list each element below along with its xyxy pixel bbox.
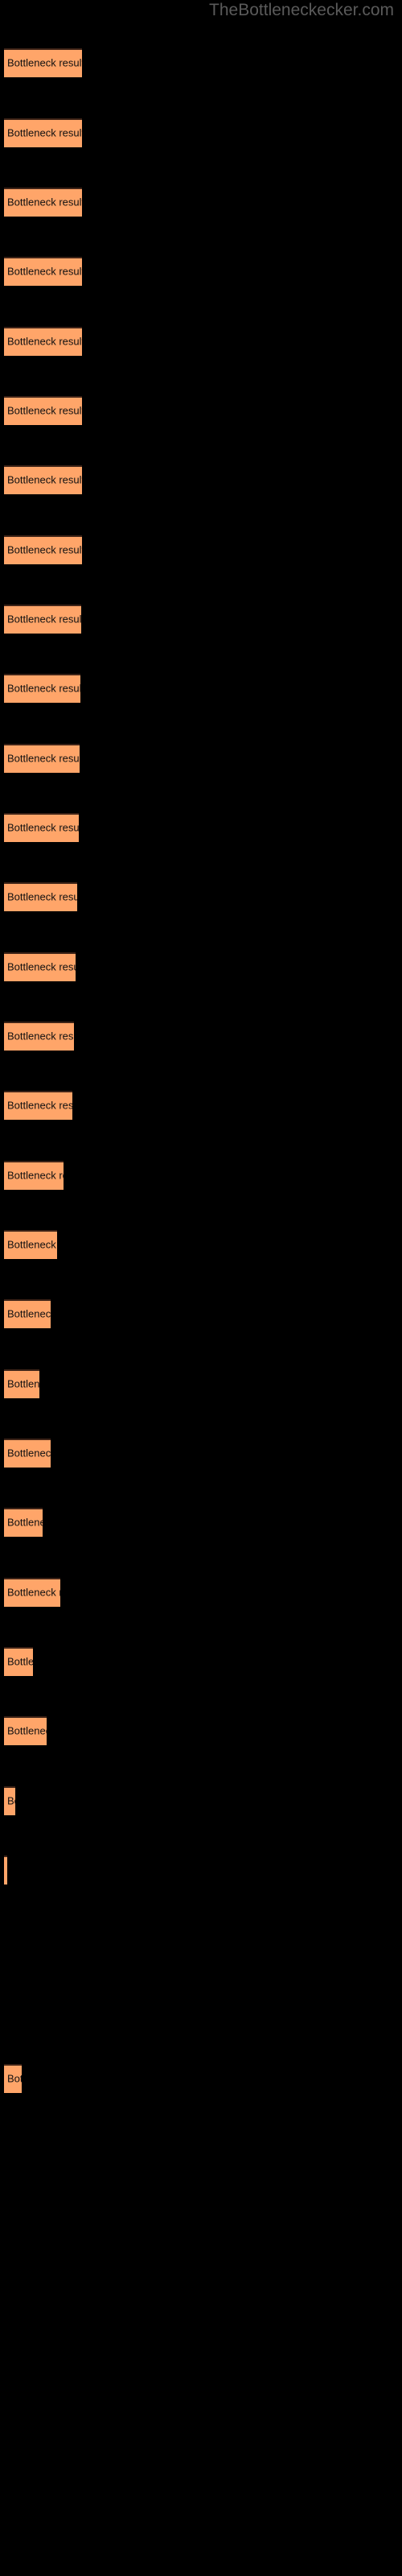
bar-row: Bottleneck result <box>4 1856 7 1885</box>
bar-row: Bottleneck result <box>4 1091 72 1120</box>
bar-row: Bottleneck result <box>4 327 82 356</box>
bar-row: Bottleneck result <box>4 882 77 911</box>
bar-13[interactable] <box>4 882 77 911</box>
bar-17[interactable] <box>4 1161 64 1190</box>
bar-2[interactable] <box>4 118 82 147</box>
bar-10[interactable] <box>4 674 80 703</box>
bar-12[interactable] <box>4 813 79 842</box>
bar-4[interactable] <box>4 257 82 286</box>
bar-row: Bottleneck result <box>4 813 79 842</box>
bar-1[interactable] <box>4 48 82 77</box>
bar-23[interactable] <box>4 1578 60 1607</box>
bar-row: Bottleneck result <box>4 1161 64 1190</box>
bar-20[interactable] <box>4 1369 39 1398</box>
bar-8[interactable] <box>4 535 82 564</box>
bar-26[interactable] <box>4 1786 15 1815</box>
bar-14[interactable] <box>4 952 76 981</box>
bar-row: Bottleneck result <box>4 2064 22 2093</box>
bar-row: Bottleneck result <box>4 605 81 634</box>
bar-row: Bottleneck result <box>4 952 76 981</box>
bar-row: Bottleneck result <box>4 48 82 77</box>
bar-row: Bottleneck result <box>4 396 82 425</box>
bar-24[interactable] <box>4 1647 33 1676</box>
bar-row: Bottleneck result <box>4 1508 43 1537</box>
bar-row: Bottleneck result <box>4 1022 74 1051</box>
bar-row: Bottleneck result <box>4 1716 47 1745</box>
bar-row: Bottleneck result <box>4 1439 51 1468</box>
bar-row: Bottleneck result <box>4 744 80 773</box>
bottleneck-bar-chart: Bottleneck result Bottleneck result Bottle… <box>0 0 402 2576</box>
bar-3[interactable] <box>4 188 82 217</box>
bar-row: Bottleneck result <box>4 465 82 494</box>
bar-row: Bottleneck result <box>4 535 82 564</box>
bar-5[interactable] <box>4 327 82 356</box>
bar-15[interactable] <box>4 1022 74 1051</box>
bar-row: Bottleneck result <box>4 1230 57 1259</box>
bar-row: Bottleneck result <box>4 1647 33 1676</box>
bar-row: Bottleneck result <box>4 118 82 147</box>
bar-row: Bottleneck result <box>4 257 82 286</box>
bar-19[interactable] <box>4 1299 51 1328</box>
bar-row: Bottleneck result <box>4 674 80 703</box>
bar-11[interactable] <box>4 744 80 773</box>
bar-16[interactable] <box>4 1091 72 1120</box>
bar-row: Bottleneck result <box>4 188 82 217</box>
bar-6[interactable] <box>4 396 82 425</box>
bar-30[interactable] <box>4 2064 22 2093</box>
bar-21[interactable] <box>4 1439 51 1468</box>
bar-22[interactable] <box>4 1508 43 1537</box>
bar-row: Bottleneck result <box>4 1369 39 1398</box>
bar-row: Bottleneck result <box>4 1786 15 1815</box>
bar-row: Bottleneck result <box>4 1299 51 1328</box>
bar-25[interactable] <box>4 1716 47 1745</box>
bar-9[interactable] <box>4 605 81 634</box>
bar-18[interactable] <box>4 1230 57 1259</box>
bar-27[interactable] <box>4 1856 7 1885</box>
bar-7[interactable] <box>4 465 82 494</box>
bar-row: Bottleneck result <box>4 1578 60 1607</box>
